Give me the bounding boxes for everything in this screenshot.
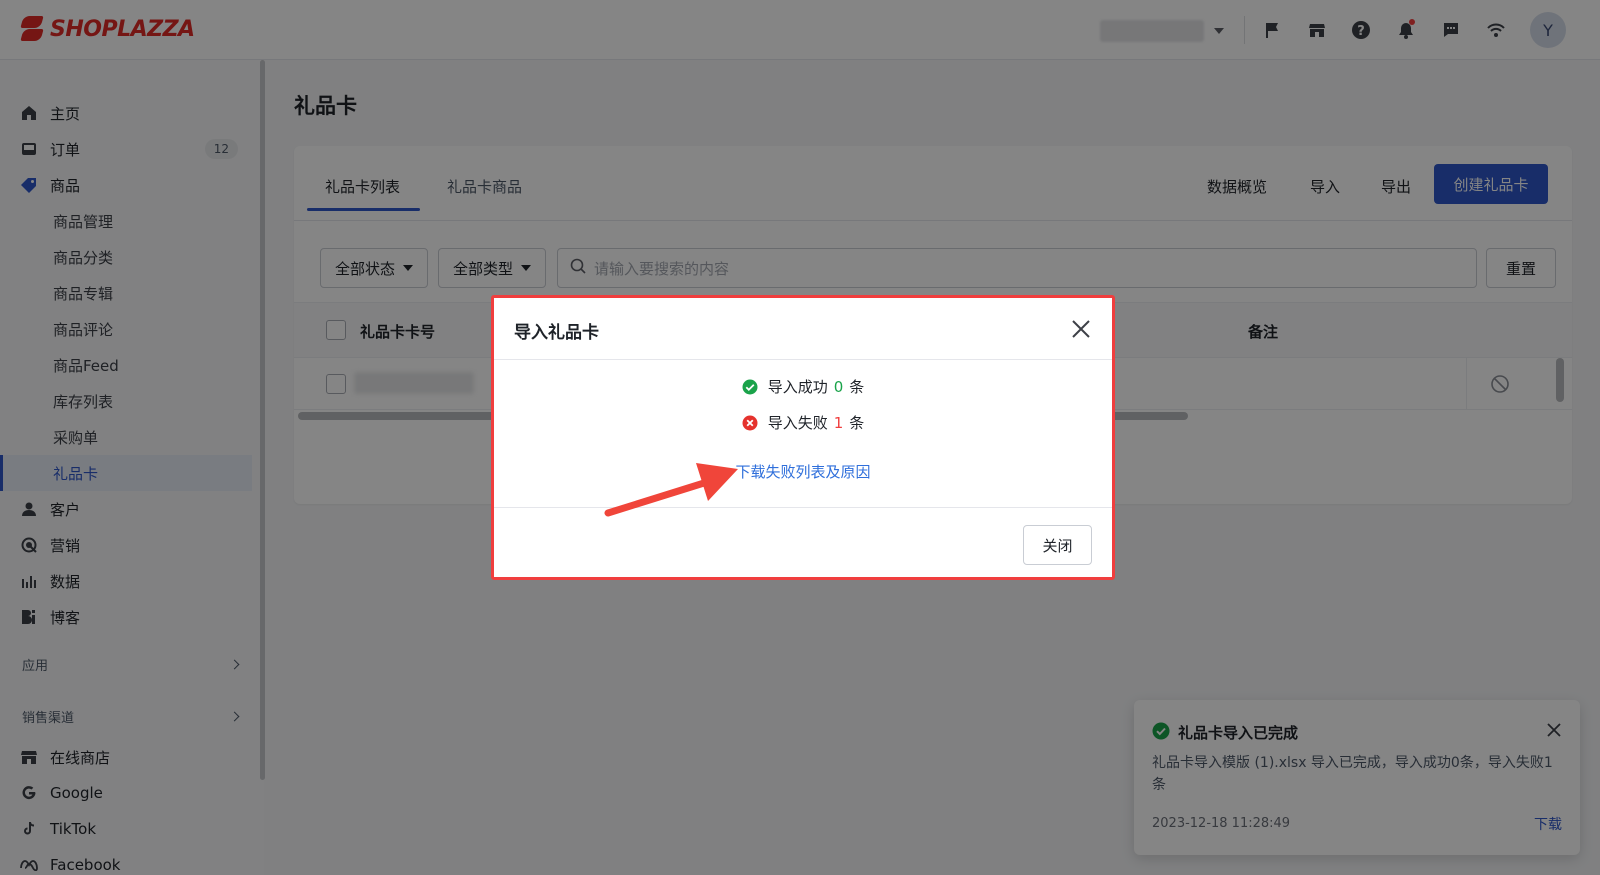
fail-unit: 条 (849, 414, 865, 432)
fail-count: 1 (833, 413, 844, 432)
modal-title: 导入礼品卡 (514, 323, 599, 343)
success-count: 0 (833, 377, 844, 396)
close-icon[interactable] (1070, 318, 1092, 340)
success-unit: 条 (849, 378, 865, 396)
success-label: 导入成功 (767, 378, 828, 396)
fail-label: 导入失败 (767, 414, 828, 432)
fail-x-icon (742, 415, 758, 431)
import-gift-card-modal: 导入礼品卡 导入成功 0 条 导入失败 1 条 下载失败列表及原因 关闭 (491, 295, 1115, 580)
annotation-arrow-icon (604, 463, 738, 517)
import-success-line: 导入成功 0 条 (494, 376, 1112, 397)
success-check-icon (742, 379, 758, 395)
download-failure-list-link[interactable]: 下载失败列表及原因 (494, 461, 1112, 482)
modal-close-button[interactable]: 关闭 (1023, 525, 1092, 565)
import-fail-line: 导入失败 1 条 (494, 412, 1112, 433)
modal-footer-divider (494, 507, 1112, 508)
modal-header: 导入礼品卡 (494, 298, 1112, 360)
